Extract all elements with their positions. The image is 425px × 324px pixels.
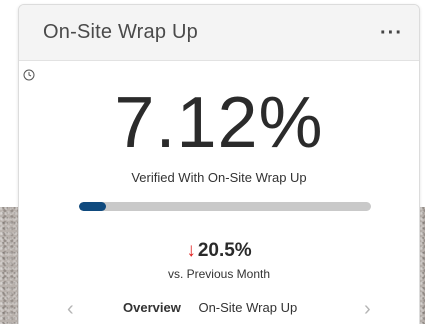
delta-comparison: vs. Previous Month: [167, 267, 271, 281]
card-header: On-Site Wrap Up ···: [19, 5, 419, 61]
down-arrow-icon: ↓: [186, 240, 196, 261]
chevron-left-icon[interactable]: ‹: [67, 297, 74, 321]
more-options-button[interactable]: ···: [376, 23, 407, 43]
chevron-right-icon[interactable]: ›: [364, 297, 371, 321]
delta-indicator: ↓ 20.5%: [19, 240, 419, 262]
metric-value: 7.12%: [114, 83, 324, 163]
card-title: On-Site Wrap Up: [43, 21, 198, 43]
metric-subtitle: Verified With On-Site Wrap Up: [131, 170, 307, 185]
tab-on-site-wrap-up[interactable]: On-Site Wrap Up: [198, 300, 297, 315]
delta-value: 20.5%: [197, 240, 252, 261]
card-navigation: ‹ Overview On-Site Wrap Up ›: [19, 297, 419, 321]
progress-bar: [79, 202, 371, 211]
nav-tabs: Overview On-Site Wrap Up: [123, 300, 311, 315]
metric-card: On-Site Wrap Up ··· 7.12% Verified With …: [18, 4, 420, 324]
clock-icon: [23, 69, 35, 81]
tab-overview[interactable]: Overview: [123, 300, 181, 315]
progress-fill: [79, 202, 107, 211]
